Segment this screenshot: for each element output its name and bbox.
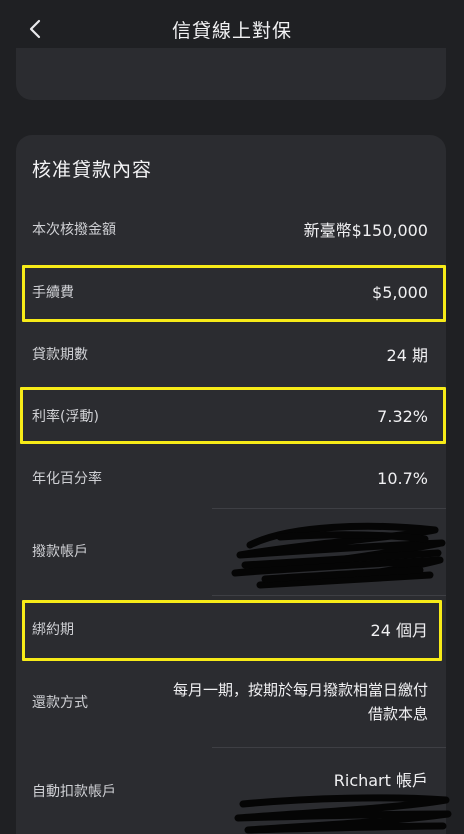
row-amount: 本次核撥金額 新臺幣$150,000 (16, 209, 446, 249)
back-button[interactable] (20, 14, 50, 44)
debit-account-value: Richart 帳戶 (333, 771, 428, 790)
redaction-scribble (234, 794, 452, 834)
app-screen: 信貸線上對保 核准貸款內容 本次核撥金額 新臺幣$150,000 手續費 $5,… (0, 0, 464, 834)
highlight-box-fee (22, 265, 446, 322)
loan-details-card: 核准貸款內容 本次核撥金額 新臺幣$150,000 手續費 $5,000 貸款期… (16, 135, 446, 834)
divider (212, 508, 446, 509)
repay-method-line-2: 借款本息 (367, 705, 428, 723)
apr-label: 年化百分率 (32, 471, 102, 487)
periods-value: 24 期 (386, 346, 428, 365)
disburse-account-label: 撥款帳戶 (32, 544, 88, 560)
repay-method-value: 每月一期，按期於每月撥款相當日繳付 借款本息 (98, 678, 428, 726)
row-apr: 年化百分率 10.7% (16, 458, 446, 498)
apr-value: 10.7% (377, 468, 428, 488)
debit-account-label: 自動扣款帳戶 (32, 784, 116, 800)
divider (212, 747, 446, 748)
highlight-box-rate (20, 387, 446, 444)
chevron-left-icon (29, 19, 41, 39)
divider (212, 595, 446, 596)
previous-card (16, 48, 446, 100)
page-title: 信貸線上對保 (171, 19, 292, 42)
highlight-box-lock-period (22, 600, 442, 661)
redaction-scribble (231, 522, 446, 589)
repay-method-label: 還款方式 (32, 695, 88, 711)
periods-label: 貸款期數 (32, 347, 88, 363)
amount-value: 新臺幣$150,000 (303, 221, 428, 240)
section-title: 核准貸款內容 (32, 159, 153, 181)
amount-label: 本次核撥金額 (32, 222, 116, 238)
row-periods: 貸款期數 24 期 (16, 334, 446, 374)
repay-method-line-1: 每月一期，按期於每月撥款相當日繳付 (172, 681, 428, 699)
